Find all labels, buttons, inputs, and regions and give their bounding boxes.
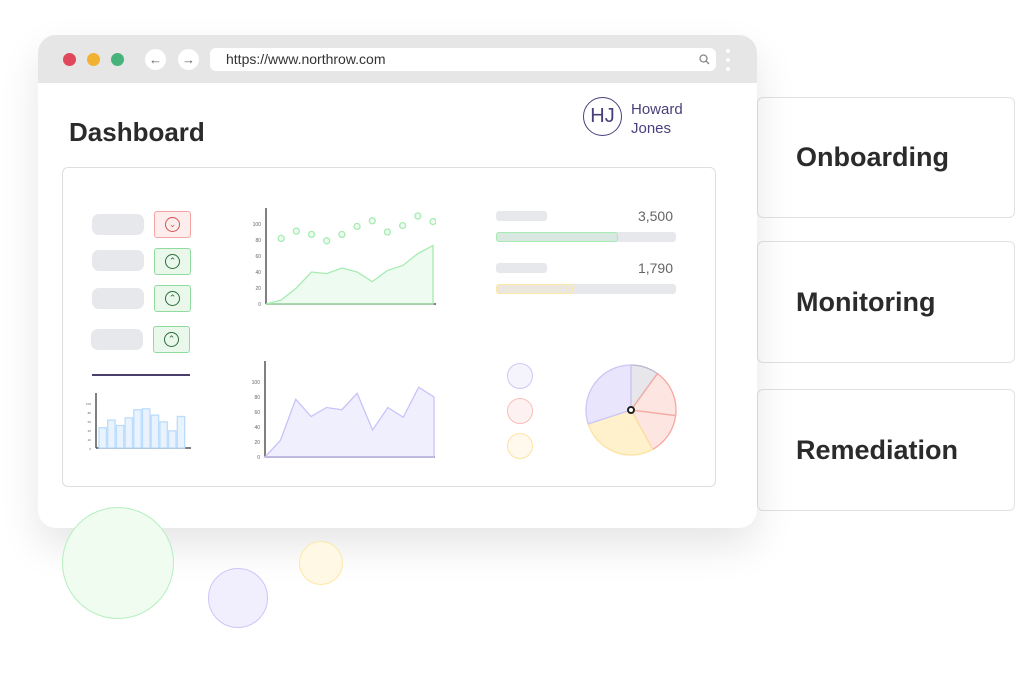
bar <box>167 430 177 449</box>
bar <box>98 427 108 449</box>
data-point <box>307 230 316 239</box>
data-point <box>338 230 346 239</box>
page-title: Dashboard <box>69 117 205 147</box>
browser-toolbar: ← → https://www.northrow.com <box>38 35 757 83</box>
minimize-dot[interactable] <box>87 53 100 66</box>
y-tick-label: 0 <box>89 447 91 451</box>
progress-track <box>496 284 676 294</box>
card-remediation[interactable]: Remediation <box>757 389 1015 511</box>
toggle-up-button[interactable]: ⌃ <box>153 326 190 353</box>
user-last-name: Jones <box>631 120 672 137</box>
y-tick-label: 40 <box>254 425 260 431</box>
card-label: Onboarding <box>796 142 949 172</box>
browser-window: ← → https://www.northrow.com Dashboard H… <box>38 35 757 528</box>
search-icon[interactable] <box>699 54 710 65</box>
y-tick-label: 20 <box>88 438 92 442</box>
data-point <box>398 221 407 230</box>
user-name: Howard Jones <box>631 100 683 138</box>
bar <box>176 415 186 449</box>
area-chart: 0 20 40 60 80 100 <box>252 361 435 461</box>
chevron-up-icon: ⌃ <box>164 332 179 347</box>
decor-circle-green <box>62 507 174 619</box>
data-point <box>414 212 422 220</box>
card-monitoring[interactable]: Monitoring <box>757 241 1015 363</box>
progress-fill <box>496 284 574 294</box>
bar <box>150 414 160 449</box>
progress-label-placeholder <box>496 263 547 273</box>
y-tick-label: 80 <box>88 411 92 415</box>
y-tick-label: 60 <box>254 410 260 416</box>
data-point <box>353 222 361 231</box>
avatar-initials: HJ <box>590 105 615 127</box>
bar <box>159 421 168 449</box>
y-tick-label: 100 <box>253 222 262 228</box>
y-tick-label: 0 <box>258 302 261 308</box>
card-onboarding[interactable]: Onboarding <box>757 97 1015 218</box>
y-tick-label: 20 <box>254 440 260 446</box>
y-tick-label: 80 <box>255 238 261 244</box>
avatar[interactable]: HJ <box>583 97 622 136</box>
bar <box>133 409 142 449</box>
progress-value: 1,790 <box>637 260 673 276</box>
scatter-area-chart: 0 20 40 60 80 100 <box>253 208 436 308</box>
decor-circle-yellow <box>299 541 343 585</box>
placeholder-pill <box>92 250 144 271</box>
placeholder-pill <box>92 214 144 235</box>
toggle-up-button[interactable]: ⌃ <box>154 248 191 275</box>
y-tick-label: 80 <box>254 395 260 401</box>
maximize-dot[interactable] <box>111 53 124 66</box>
toggle-down-button[interactable]: ⌄ <box>154 211 191 238</box>
progress-fill <box>496 232 619 242</box>
bar <box>141 408 151 449</box>
legend-dot <box>507 398 533 424</box>
chevron-down-icon: ⌄ <box>165 217 180 232</box>
url-text: https://www.northrow.com <box>226 51 386 67</box>
data-point <box>368 217 376 225</box>
placeholder-pill <box>92 288 144 309</box>
decor-circle-purple <box>208 568 268 628</box>
y-tick-label: 100 <box>252 380 261 386</box>
area-series <box>265 244 434 305</box>
chevron-up-icon: ⌃ <box>165 254 180 269</box>
y-tick-label: 0 <box>257 455 260 461</box>
url-bar[interactable]: https://www.northrow.com <box>210 48 716 71</box>
forward-icon[interactable]: → <box>178 49 199 70</box>
bar-chart: 0 20 40 60 80 100 <box>86 393 191 451</box>
card-label: Remediation <box>796 434 959 465</box>
legend-dot <box>507 363 533 389</box>
bar <box>115 424 125 449</box>
y-tick-label: 60 <box>88 420 92 424</box>
kebab-menu-icon[interactable] <box>724 48 732 72</box>
pie-center <box>627 406 635 414</box>
data-point <box>383 228 392 236</box>
progress-label-placeholder <box>496 211 547 221</box>
bar <box>107 419 116 449</box>
data-point <box>323 237 331 245</box>
y-tick-label: 100 <box>86 402 91 406</box>
area-series <box>263 386 435 458</box>
data-point <box>277 234 285 243</box>
y-tick-label: 40 <box>255 270 261 276</box>
toggle-up-button[interactable]: ⌃ <box>154 285 191 312</box>
close-dot[interactable] <box>63 53 76 66</box>
y-tick-label: 40 <box>88 429 92 433</box>
card-label: Monitoring <box>796 286 936 317</box>
y-tick-label: 60 <box>255 254 261 260</box>
placeholder-pill <box>91 329 143 350</box>
data-point <box>292 227 301 235</box>
user-first-name: Howard <box>631 101 683 118</box>
pie-chart <box>585 364 677 456</box>
divider <box>92 374 190 376</box>
progress-track <box>496 232 676 242</box>
back-icon[interactable]: ← <box>145 49 166 70</box>
dashboard-panel: ⌄ ⌃ ⌃ ⌃ 0 20 40 60 80 100 0 20 40 60 80 100 0 20 40 60 80… <box>62 167 716 487</box>
legend-dot <box>507 433 533 459</box>
y-tick-label: 20 <box>255 286 261 292</box>
bar <box>124 417 134 449</box>
chevron-up-icon: ⌃ <box>165 291 180 306</box>
progress-value: 3,500 <box>637 208 673 224</box>
data-point <box>429 217 436 226</box>
